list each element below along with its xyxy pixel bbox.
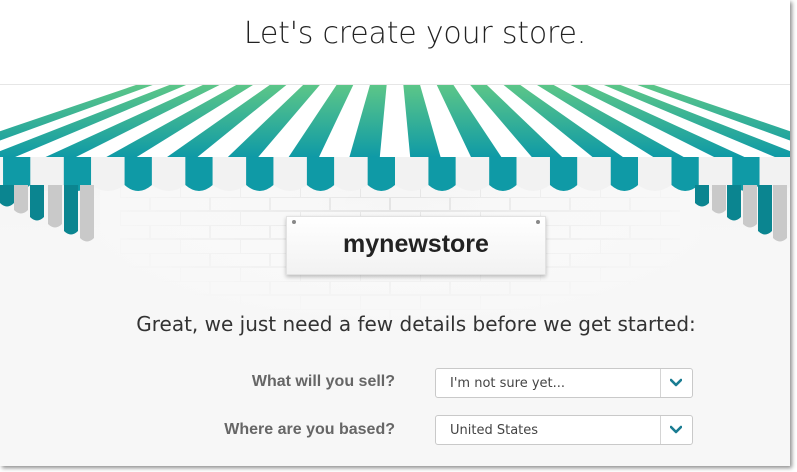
sell-label: What will you sell? xyxy=(251,373,395,390)
awning-side-flap xyxy=(0,185,14,207)
store-setup-window: Let's create your store. mynewstore Grea… xyxy=(0,0,790,466)
awning-side-flap xyxy=(773,185,787,242)
awning-side-flap xyxy=(758,185,772,235)
awning-flap xyxy=(671,157,699,191)
based-select-toggle[interactable] xyxy=(660,416,692,444)
awning-flap xyxy=(306,157,335,191)
awning-side-flap xyxy=(743,185,757,228)
awning-flap xyxy=(185,157,213,191)
sell-select-toggle[interactable] xyxy=(660,369,692,397)
awning-flap xyxy=(273,157,307,191)
awning-flap xyxy=(246,157,274,191)
based-select-value: United States xyxy=(450,423,539,438)
awning-flap xyxy=(212,157,247,191)
based-select[interactable]: United States xyxy=(435,415,693,445)
awning-side-flap xyxy=(727,185,741,221)
awning-flap xyxy=(638,157,672,191)
awning-flap xyxy=(455,157,490,191)
awning-flap xyxy=(610,157,639,191)
awning-flap xyxy=(577,157,611,191)
based-label: Where are you based? xyxy=(224,421,395,438)
sign-hook xyxy=(292,220,296,224)
awning-flap xyxy=(124,157,152,191)
awning-flap xyxy=(516,157,550,191)
awning-flap xyxy=(489,157,517,191)
awning-side-flap xyxy=(712,185,726,214)
awning-flap xyxy=(334,157,368,191)
sell-select-value: I'm not sure yet... xyxy=(450,376,566,391)
awning-side-flap xyxy=(30,185,44,221)
awning-flap xyxy=(91,157,125,191)
sell-select[interactable]: I'm not sure yet... xyxy=(435,368,693,398)
awning-side-flap xyxy=(48,185,62,228)
store-name: mynewstore xyxy=(343,230,489,258)
awning-flap xyxy=(151,157,186,191)
awning-side-flap xyxy=(64,185,78,235)
awning-flap xyxy=(395,157,429,191)
awning-flap xyxy=(428,157,456,191)
store-name-sign: mynewstore xyxy=(286,216,546,275)
page-title: Let's create your store. xyxy=(243,16,587,51)
chevron-down-icon xyxy=(670,378,682,387)
intro-text: Great, we just need a few details before… xyxy=(136,312,696,336)
awning-flap xyxy=(549,157,578,191)
sign-hook xyxy=(536,220,540,224)
chevron-down-icon xyxy=(670,425,682,434)
awning-flap xyxy=(367,157,395,191)
awning-side-flap xyxy=(80,185,94,242)
awning-side-flap xyxy=(695,185,709,207)
awning-side-flap xyxy=(14,185,28,214)
page-header: Let's create your store. xyxy=(0,0,790,85)
